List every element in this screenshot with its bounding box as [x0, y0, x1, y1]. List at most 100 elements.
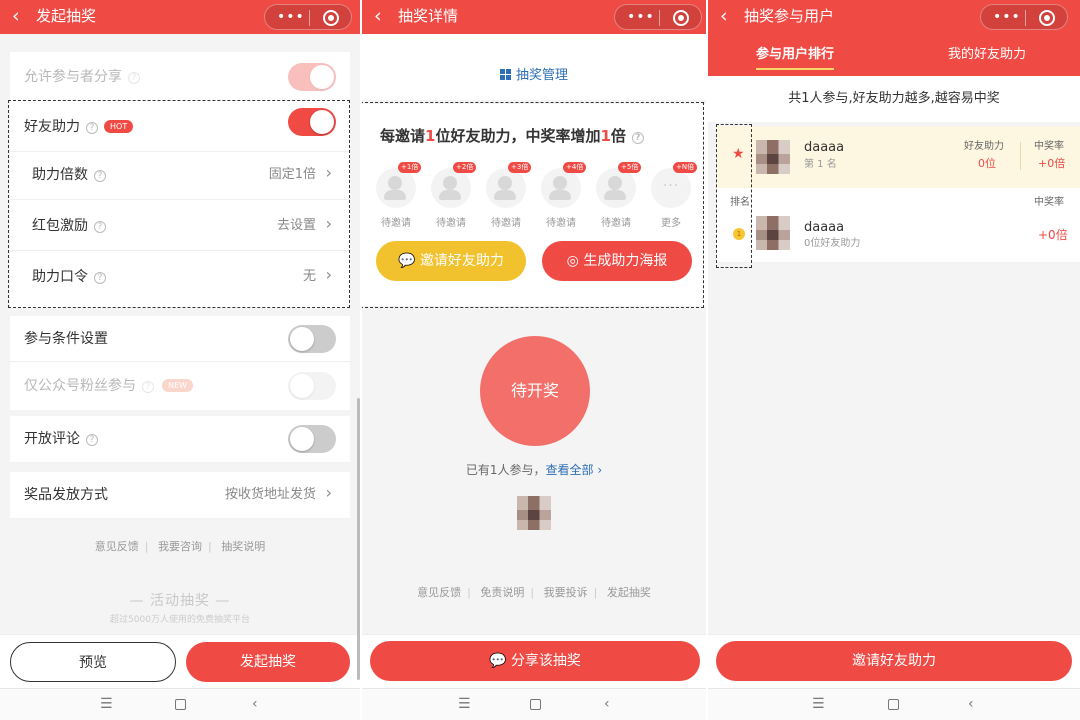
settings-card-share: 允许参与者分享? — [10, 52, 350, 102]
start-lottery-button[interactable]: 发起抽奖 — [186, 642, 350, 682]
row-conditions[interactable]: 参与条件设置 — [10, 316, 350, 362]
bottom-action-bar: 💬 分享该抽奖 — [362, 634, 706, 688]
toggle-knob — [290, 427, 314, 451]
home-icon[interactable] — [530, 699, 541, 710]
complaint-link[interactable]: 我要投诉 — [544, 586, 588, 599]
menu-icon[interactable]: ☰ — [458, 695, 471, 713]
panel-lottery-details: ‹ 抽奖详情 ••• 抽奖管理 每邀请1位好友助力，中奖率增加1倍? +1倍 待… — [362, 0, 706, 720]
management-link[interactable]: 抽奖管理 — [500, 67, 568, 85]
rate-column-header: 中奖率 — [1034, 197, 1064, 208]
tab-my-assists[interactable]: 我的好友助力 — [948, 46, 1026, 64]
comments-label: 开放评论 — [24, 431, 80, 447]
settings-card-delivery: 奖品发放方式 按收货地址发货 › — [10, 472, 350, 518]
management-label: 抽奖管理 — [516, 68, 569, 83]
system-nav-bar: ☰ ‹ — [362, 688, 706, 720]
participant-avatar[interactable] — [517, 496, 551, 530]
page-title: 抽奖参与用户 — [744, 7, 835, 25]
column-divider — [1020, 142, 1021, 170]
participants-summary: 已有1人参与，查看全部 › — [362, 461, 706, 479]
settings-card-comments: 开放评论? — [10, 416, 350, 462]
conditions-toggle[interactable] — [288, 325, 336, 353]
top-bar: ‹ 抽奖参与用户 ••• 参与用户排行 我的好友助力 — [708, 0, 1080, 76]
user-name: daaaa — [804, 140, 845, 155]
back-nav-icon[interactable]: ‹ — [604, 695, 610, 713]
top-bar: ‹ 发起抽奖 ••• — [0, 0, 360, 34]
win-rate: +0倍 — [1038, 228, 1068, 242]
close-miniprogram-icon[interactable] — [1039, 10, 1055, 26]
miniprogram-capsule: ••• — [264, 4, 352, 30]
preview-button[interactable]: 预览 — [10, 642, 176, 682]
row-allow-share[interactable]: 允许参与者分享? — [10, 52, 350, 102]
user-rank: 第 1 名 — [804, 159, 837, 170]
fans-only-toggle[interactable] — [288, 372, 336, 400]
toggle-knob — [290, 374, 314, 398]
more-icon[interactable]: ••• — [627, 8, 655, 26]
consult-link[interactable]: 我要咨询 — [158, 540, 202, 553]
row-delivery[interactable]: 奖品发放方式 按收货地址发货 › — [10, 472, 350, 518]
help-icon: ? — [128, 72, 140, 84]
avatar — [756, 216, 790, 250]
panel-participants: ‹ 抽奖参与用户 ••• 参与用户排行 我的好友助力 共1人参与,好友助力越多,… — [708, 0, 1080, 720]
grid-icon — [500, 69, 511, 80]
page-title: 抽奖详情 — [398, 7, 459, 25]
bottom-action-bar: 预览 发起抽奖 — [0, 634, 360, 688]
miniprogram-capsule: ••• — [980, 4, 1068, 30]
menu-icon[interactable]: ☰ — [100, 695, 113, 713]
menu-icon[interactable]: ☰ — [812, 695, 825, 713]
user-assist-count: 0位好友助力 — [804, 238, 861, 249]
share-lottery-button[interactable]: 💬 分享该抽奖 — [370, 641, 700, 681]
fans-only-label: 仅公众号粉丝参与 — [24, 378, 136, 394]
start-lottery-link[interactable]: 发起抽奖 — [607, 586, 651, 599]
avatar — [756, 140, 790, 174]
back-nav-icon[interactable]: ‹ — [968, 695, 974, 713]
rules-link[interactable]: 抽奖说明 — [221, 540, 265, 553]
settings-card-conditions: 参与条件设置 仅公众号粉丝参与? NEW — [10, 316, 350, 410]
participants-count: 已有1人参与， — [465, 463, 546, 477]
highlight-box — [362, 102, 704, 308]
row-comments[interactable]: 开放评论? — [10, 416, 350, 462]
more-icon[interactable]: ••• — [993, 8, 1021, 26]
comments-toggle[interactable] — [288, 425, 336, 453]
panel-create-lottery: ‹ 发起抽奖 ••• 允许参与者分享? 好友助力? HOT 助力倍数? 固定1倍 … — [0, 0, 360, 720]
feedback-link[interactable]: 意见反馈 — [417, 586, 461, 599]
close-miniprogram-icon[interactable] — [673, 10, 689, 26]
page-title: 发起抽奖 — [36, 7, 97, 25]
status-circle: 待开奖 — [480, 336, 590, 446]
invite-friends-button[interactable]: 邀请好友助力 — [716, 641, 1072, 681]
back-icon[interactable]: ‹ — [720, 5, 728, 27]
bottom-action-bar: 邀请好友助力 — [708, 634, 1080, 688]
home-icon[interactable] — [888, 699, 899, 710]
feedback-link[interactable]: 意见反馈 — [95, 540, 139, 553]
close-miniprogram-icon[interactable] — [323, 10, 339, 26]
rate-column-header: 中奖率 — [1034, 141, 1064, 152]
assist-column-header: 好友助力 — [964, 141, 1004, 152]
participation-summary: 共1人参与,好友助力越多,越容易中奖 — [708, 76, 1080, 122]
table-row[interactable]: 排名 1 中奖率 daaaa 0位好友助力 +0倍 — [716, 188, 1080, 262]
system-nav-bar: ☰ ‹ — [0, 688, 360, 720]
back-icon[interactable]: ‹ — [12, 5, 20, 27]
view-all-link[interactable]: 查看全部 › — [546, 463, 603, 477]
wechat-icon: 💬 — [489, 653, 511, 669]
tab-participant-ranking[interactable]: 参与用户排行 — [756, 46, 834, 64]
allow-share-toggle[interactable] — [288, 63, 336, 91]
delivery-label: 奖品发放方式 — [24, 487, 108, 503]
help-icon: ? — [142, 381, 154, 393]
active-tab-indicator — [756, 68, 834, 70]
share-lottery-label: 分享该抽奖 — [510, 653, 581, 669]
scrollbar[interactable] — [357, 398, 360, 680]
more-icon[interactable]: ••• — [277, 8, 305, 26]
back-nav-icon[interactable]: ‹ — [252, 695, 258, 713]
table-row[interactable]: ★ daaaa 第 1 名 好友助力 0位 中奖率 +0倍 — [716, 126, 1080, 188]
row-fans-only[interactable]: 仅公众号粉丝参与? NEW — [10, 362, 350, 410]
home-icon[interactable] — [175, 699, 186, 710]
new-badge: NEW — [162, 379, 193, 392]
back-icon[interactable]: ‹ — [374, 5, 382, 27]
disclaimer-link[interactable]: 免责说明 — [480, 586, 524, 599]
help-icon: ? — [86, 434, 98, 446]
footer-links: 意见反馈 | 我要咨询 | 抽奖说明 — [94, 540, 266, 553]
allow-share-label: 允许参与者分享 — [24, 69, 122, 85]
conditions-label: 参与条件设置 — [24, 331, 108, 347]
win-rate: +0倍 — [1038, 157, 1066, 170]
user-name: daaaa — [804, 220, 845, 235]
management-bar: 抽奖管理 — [362, 34, 706, 100]
